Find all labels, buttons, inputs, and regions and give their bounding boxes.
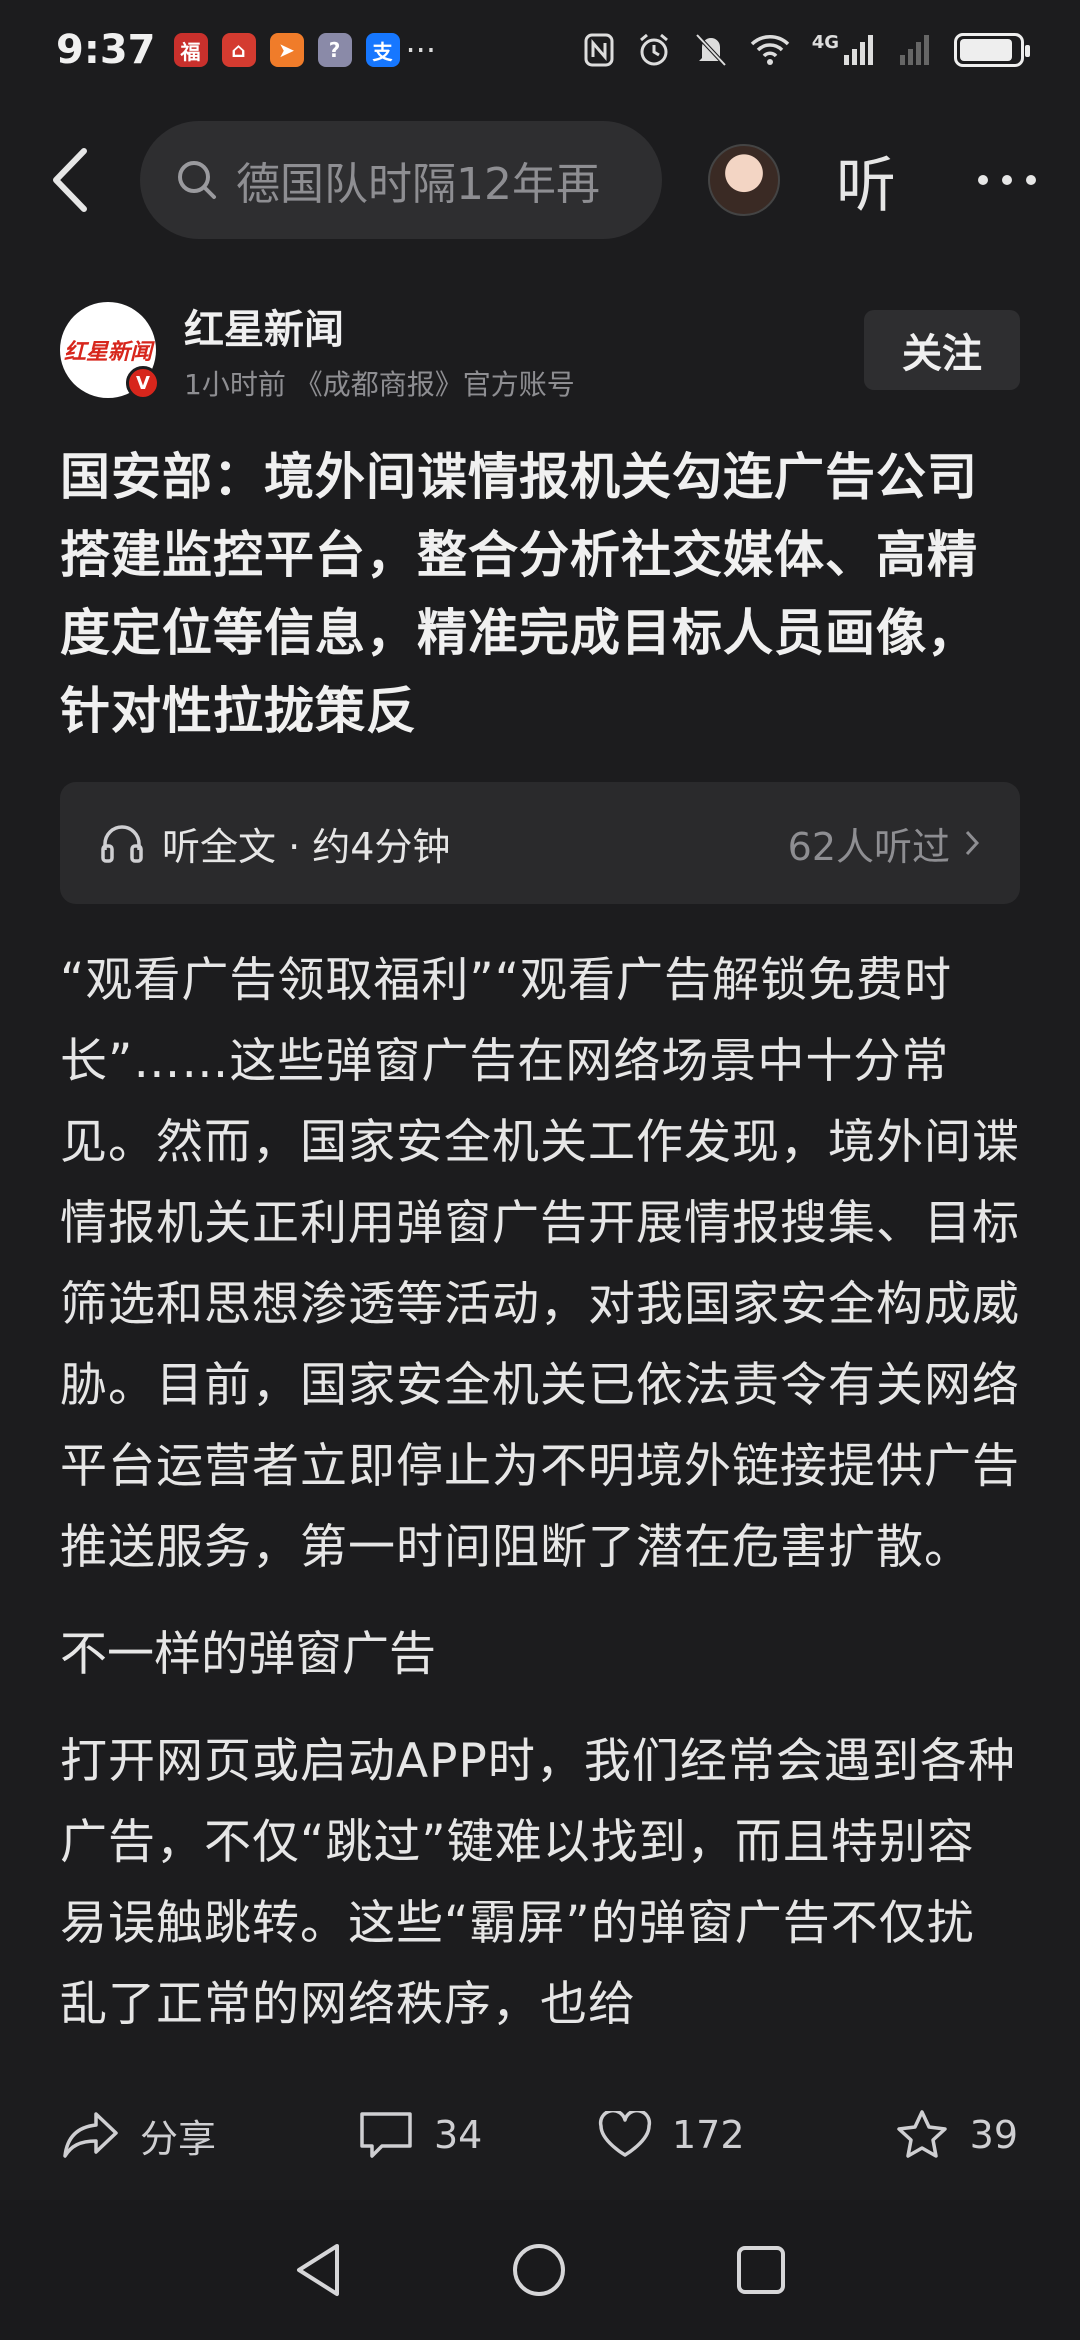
comment-button[interactable]: 34 [358,2110,598,2160]
nav-home-icon[interactable] [511,2242,567,2298]
follow-button[interactable]: 关注 [864,310,1020,390]
author-meta: 1小时前 《成都商报》官方账号 [184,368,575,401]
listen-full-text-label: 听全文 · 约4分钟 [162,824,451,869]
signal-2-icon [900,35,929,65]
search-query: 德国队时隔12年再 [236,159,600,210]
avatar[interactable] [708,144,780,216]
verified-badge-icon: V [126,366,160,400]
heart-icon [598,2111,652,2157]
headphones-icon [101,825,143,863]
like-count: 172 [672,2113,745,2157]
wifi-icon [750,35,789,65]
author-name[interactable]: 红星新闻 [184,297,575,355]
nfc-icon [584,33,614,67]
alipay-icon: 支 [365,33,400,67]
app-send-icon: ➤ [269,33,304,67]
nav-recents-icon[interactable] [735,2244,787,2296]
top-nav: 德国队时隔12年再 听 [0,118,1080,242]
app-home-icon: ⌂ [221,33,256,67]
app-red-icon: 福 [173,33,208,67]
listen-full-text-card[interactable]: 听全文 · 约4分钟 62人听过 [60,782,1020,904]
comment-count: 34 [434,2113,483,2157]
article-paragraph: 打开网页或启动APP时，我们经常会遇到各种广告，不仅“跳过”键难以找到，而且特别… [60,1734,1016,2032]
status-indicators: 4G [584,32,1030,68]
author-logo[interactable]: 红星新闻 V [60,302,160,400]
comment-icon [360,2112,412,2158]
article-paragraph: “观看广告领取福利”“观看广告解锁免费时长”……这些弹窗广告在网络场景中十分常见… [60,953,1020,1575]
like-button[interactable]: 172 [598,2111,868,2159]
author-row: 红星新闻 V 红星新闻 1小时前 《成都商报》官方账号 关注 [60,297,1020,403]
search-box[interactable]: 德国队时隔12年再 [140,121,662,239]
favorite-button[interactable]: 39 [894,2108,1018,2162]
favorite-count: 39 [969,2113,1018,2157]
article-title: 国安部：境外间谍情报机关勾连广告公司搭建监控平台，整合分析社交媒体、高精度定位等… [60,448,978,740]
author-info: 红星新闻 1小时前 《成都商报》官方账号 [184,297,575,403]
article-body: “观看广告领取福利”“观看广告解锁免费时长”……这些弹窗广告在网络场景中十分常见… [60,940,1020,2068]
nav-back-icon[interactable] [293,2242,343,2298]
logo-text: 红星新闻 [63,340,152,365]
back-button[interactable] [0,118,140,242]
signal-icon [844,35,873,65]
back-arrow-icon [53,148,87,212]
search-icon [178,161,216,199]
listen-count: 62人听过 [787,824,950,869]
share-label: 分享 [140,2116,217,2161]
notification-icons: 福 ⌂ ➤? 支 [173,33,400,67]
article-subheading: 不一样的弹窗广告 [60,1627,436,1682]
app-circle-icon: ? [317,33,352,67]
battery-icon [954,33,1030,67]
mute-icon [695,33,727,67]
system-nav-bar [0,2200,1080,2340]
network-type: 4G [812,32,876,67]
share-icon [63,2112,118,2158]
alarm-icon [639,33,668,66]
more-options-icon[interactable] [978,175,1036,185]
status-bar: 9:37 福 ⌂ ➤? 支 ··· 4G [0,0,1080,100]
chevron-right-icon [965,830,980,856]
listen-button[interactable]: 听 [836,137,896,224]
share-button[interactable]: 分享 [62,2108,292,2163]
more-notifications-icon: ··· [405,31,437,69]
star-icon [896,2110,947,2158]
action-bar: 分享 34 172 39 [0,2070,1080,2200]
status-time: 9:37 [56,27,156,73]
